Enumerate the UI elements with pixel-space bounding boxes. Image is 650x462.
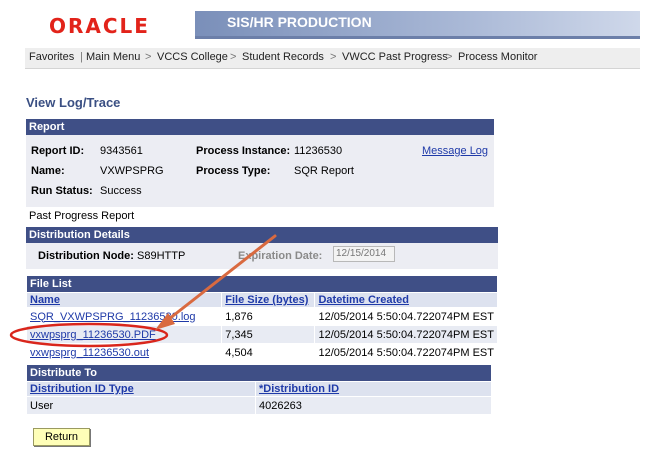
col-distribution-id[interactable]: *Distribution ID	[255, 381, 492, 397]
name-value: VXWPSPRG	[100, 165, 164, 177]
nav-separator: >	[230, 51, 237, 63]
breadcrumb-nav: Favorites | Main Menu > VCCS College > S…	[25, 48, 640, 69]
nav-vccs-college[interactable]: VCCS College	[157, 51, 228, 63]
report-id-label: Report ID:	[31, 145, 85, 157]
name-label: Name:	[31, 165, 65, 177]
distribution-node-label: Distribution Node:	[38, 250, 134, 262]
file-datetime: 12/05/2014 5:50:04.722074PM EST	[314, 307, 498, 326]
col-name[interactable]: Name	[25, 292, 223, 308]
return-button[interactable]: Return	[33, 428, 90, 446]
nav-favorites[interactable]: Favorites	[29, 51, 74, 63]
banner-title: SIS/HR PRODUCTION	[227, 14, 372, 30]
expiration-date-field: 12/15/2014	[333, 246, 395, 262]
table-row: vxwpsprg_11236530.PDF 7,345 12/05/2014 5…	[25, 325, 498, 344]
nav-separator: |	[80, 51, 83, 63]
file-size: 1,876	[221, 307, 316, 326]
process-instance-value: 11236530	[294, 145, 343, 157]
file-link[interactable]: SQR_VXWPSPRG_11236530.log	[30, 311, 196, 323]
col-datetime-created[interactable]: Datetime Created	[314, 292, 498, 308]
page-title: View Log/Trace	[26, 95, 121, 110]
file-size: 7,345	[221, 325, 316, 344]
table-row: User 4026263	[26, 396, 492, 415]
nav-separator: >	[446, 51, 453, 63]
run-status-value: Success	[100, 185, 142, 197]
distribute-to-header: Distribute To	[26, 364, 492, 382]
file-datetime: 12/05/2014 5:50:04.722074PM EST	[314, 325, 498, 344]
banner: SIS/HR PRODUCTION	[195, 11, 640, 39]
file-link-pdf[interactable]: vxwpsprg_11236530.PDF	[30, 329, 156, 341]
distribution-details-header: Distribution Details	[26, 227, 498, 243]
col-file-size[interactable]: File Size (bytes)	[221, 292, 316, 308]
oracle-logo: ORACLE	[49, 14, 150, 38]
distribution-id-type: User	[26, 396, 256, 415]
table-row: SQR_VXWPSPRG_11236530.log 1,876 12/05/20…	[25, 307, 498, 326]
distribution-id: 4026263	[255, 396, 492, 415]
report-header: Report	[26, 119, 494, 135]
process-type-value: SQR Report	[294, 165, 354, 177]
table-row: vxwpsprg_11236530.out 4,504 12/05/2014 5…	[25, 343, 498, 362]
file-datetime: 12/05/2014 5:50:04.722074PM EST	[314, 343, 498, 362]
report-description: Past Progress Report	[29, 210, 135, 222]
nav-student-records[interactable]: Student Records	[242, 51, 324, 63]
report-id-value: 9343561	[100, 145, 143, 157]
nav-main-menu[interactable]: Main Menu	[86, 51, 140, 63]
process-instance-label: Process Instance:	[196, 145, 291, 157]
nav-separator: >	[330, 51, 337, 63]
file-size: 4,504	[221, 343, 316, 362]
nav-process-monitor[interactable]: Process Monitor	[458, 51, 537, 63]
nav-vwcc-past-progress[interactable]: VWCC Past Progress	[342, 51, 448, 63]
run-status-label: Run Status:	[31, 185, 93, 197]
file-list-grid: File List Name File Size (bytes) Datetim…	[25, 275, 498, 362]
expiration-date-label: Expiration Date:	[238, 250, 323, 262]
message-log-link[interactable]: Message Log	[422, 145, 488, 157]
file-list-header: File List	[26, 275, 498, 293]
nav-separator: >	[145, 51, 152, 63]
file-link[interactable]: vxwpsprg_11236530.out	[30, 347, 149, 359]
distribute-to-grid: Distribute To Distribution ID Type *Dist…	[26, 364, 492, 415]
col-distribution-id-type[interactable]: Distribution ID Type	[26, 381, 256, 397]
distribution-node-value: S89HTTP	[137, 250, 186, 262]
process-type-label: Process Type:	[196, 165, 271, 177]
